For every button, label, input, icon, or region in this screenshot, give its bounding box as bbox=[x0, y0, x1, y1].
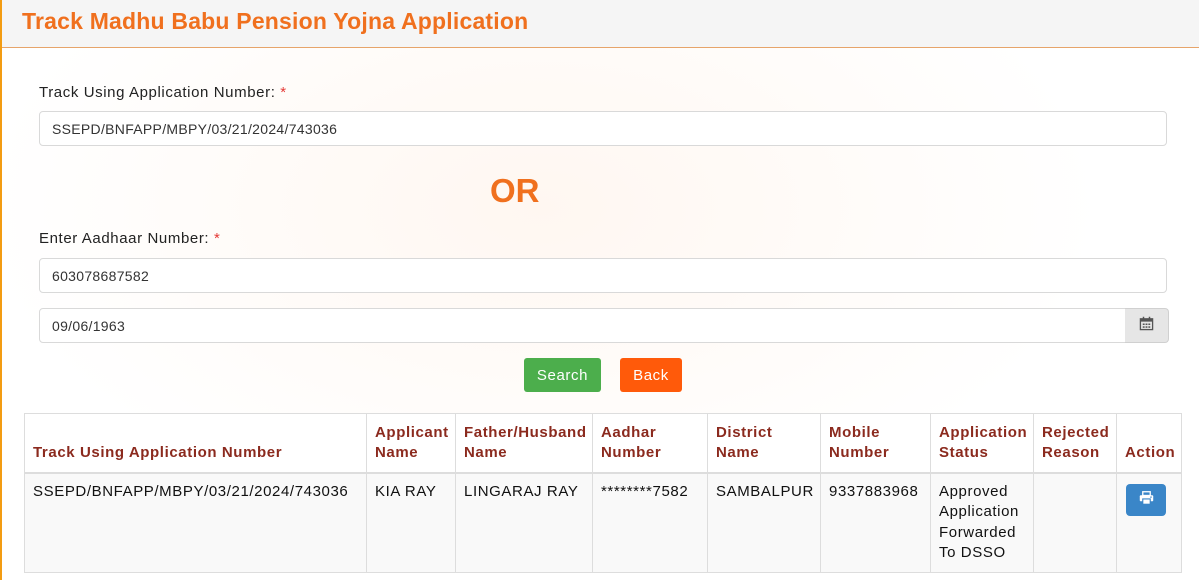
cell-rejected-reason bbox=[1033, 472, 1117, 573]
or-separator: OR bbox=[490, 172, 540, 209]
aadhaar-number-label: Enter Aadhaar Number: * bbox=[39, 230, 220, 247]
table-header-row: Track Using Application Number Applicant… bbox=[24, 413, 1182, 474]
column-header-mobile-number: Mobile Number bbox=[820, 413, 931, 474]
cell-application-number: SSEPD/BNFAPP/MBPY/03/21/2024/743036 bbox=[24, 472, 367, 573]
application-number-input[interactable] bbox=[39, 111, 1167, 146]
column-header-application-number: Track Using Application Number bbox=[24, 413, 367, 474]
search-button[interactable]: Search bbox=[524, 358, 601, 392]
column-header-rejected-reason: Rejected Reason bbox=[1033, 413, 1117, 474]
column-header-aadhar-number: Aadhar Number bbox=[592, 413, 708, 474]
cell-district-name: SAMBALPUR bbox=[707, 472, 821, 573]
column-header-district-name: District Name bbox=[707, 413, 821, 474]
calendar-button[interactable] bbox=[1125, 308, 1169, 343]
required-marker: * bbox=[213, 230, 221, 247]
column-header-father-husband-name: Father/Husband Name bbox=[455, 413, 593, 474]
panel-header: Track Madhu Babu Pension Yojna Applicati… bbox=[2, 0, 1199, 48]
date-of-birth-input[interactable] bbox=[39, 308, 1126, 343]
column-header-application-status: Application Status bbox=[930, 413, 1034, 474]
aadhaar-number-input[interactable] bbox=[39, 258, 1167, 293]
print-button[interactable] bbox=[1126, 483, 1166, 516]
cell-father-husband-name: LINGARAJ RAY bbox=[455, 472, 593, 573]
column-header-applicant-name: Applicant Name bbox=[366, 413, 456, 474]
cell-aadhar-number: ********7582 bbox=[592, 472, 708, 573]
results-table: Track Using Application Number Applicant… bbox=[24, 413, 1182, 573]
cell-application-status: Approved Application Forwarded To DSSO bbox=[930, 472, 1034, 573]
column-header-action: Action bbox=[1116, 413, 1182, 474]
print-icon bbox=[1139, 491, 1154, 508]
application-number-label: Track Using Application Number: * bbox=[39, 84, 287, 101]
aadhaar-number-label-text: Enter Aadhaar Number: bbox=[39, 230, 210, 247]
cell-mobile-number: 9337883968 bbox=[820, 472, 931, 573]
required-marker: * bbox=[280, 84, 287, 101]
cell-applicant-name: KIA RAY bbox=[366, 472, 456, 573]
cell-action bbox=[1116, 472, 1182, 573]
back-button[interactable]: Back bbox=[620, 358, 682, 392]
page-title: Track Madhu Babu Pension Yojna Applicati… bbox=[22, 8, 529, 34]
application-number-label-text: Track Using Application Number: bbox=[39, 84, 276, 101]
table-row: SSEPD/BNFAPP/MBPY/03/21/2024/743036 KIA … bbox=[24, 472, 1182, 573]
track-application-panel: Track Madhu Babu Pension Yojna Applicati… bbox=[0, 0, 1199, 580]
calendar-icon bbox=[1139, 316, 1154, 336]
